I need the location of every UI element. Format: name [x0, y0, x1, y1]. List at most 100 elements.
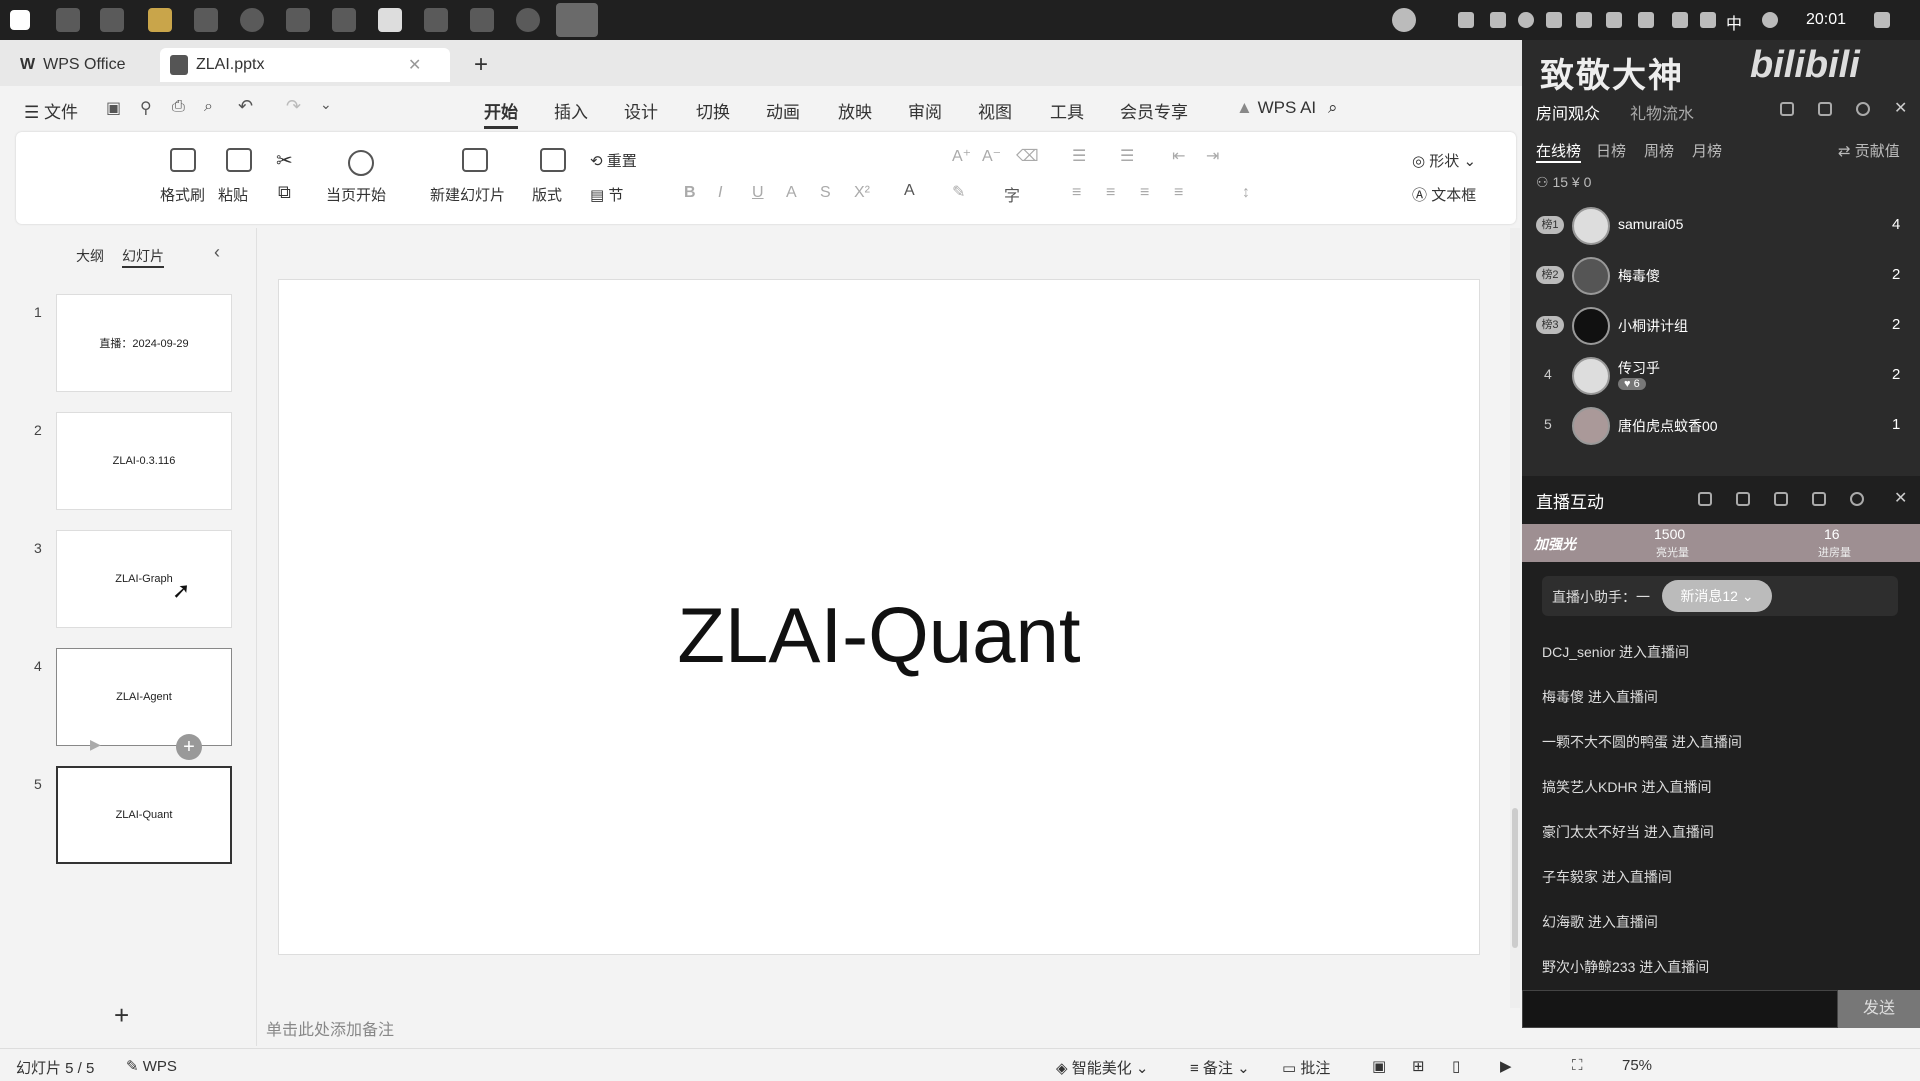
tab-home[interactable]: 开始: [484, 98, 518, 129]
collapse-panel-icon[interactable]: ‹: [214, 242, 220, 263]
pycharm-icon[interactable]: [424, 8, 448, 32]
slide-thumbnail-2[interactable]: ZLAI-0.3.116: [56, 412, 232, 510]
slide-thumbnail-4[interactable]: ZLAI-Agent: [56, 648, 232, 746]
print-preview-icon[interactable]: ⌕: [204, 98, 213, 116]
tab-tools[interactable]: 工具: [1050, 98, 1084, 123]
tab-weekly-rank[interactable]: 周榜: [1644, 140, 1674, 161]
tray-icon[interactable]: [1490, 12, 1506, 28]
slide-thumbnail-3[interactable]: ZLAI-Graph: [56, 530, 232, 628]
section-button[interactable]: ▤ 节: [590, 184, 623, 205]
play-from-current-button[interactable]: 当页开始: [326, 184, 386, 205]
print-icon[interactable]: ⎙: [172, 98, 185, 116]
comment-button[interactable]: ▭ 批注: [1282, 1057, 1330, 1078]
rank-row[interactable]: 5 唐伯虎点蚊香00 1: [1522, 402, 1920, 450]
numbered-list-icon[interactable]: ☰: [1120, 146, 1134, 166]
layout-icon[interactable]: [540, 148, 566, 172]
popout-icon[interactable]: [1698, 492, 1712, 506]
paste-icon[interactable]: [226, 148, 252, 172]
tab-zlai-pptx[interactable]: ZLAI.pptx ✕: [160, 48, 450, 82]
new-messages-button[interactable]: 新消息12 ⌄: [1662, 580, 1772, 612]
format-painter-button[interactable]: 格式刷: [160, 184, 205, 205]
tray-app-icon[interactable]: [1518, 12, 1534, 28]
rank-row[interactable]: 4 传习乎 ♥ 6 2: [1522, 352, 1920, 400]
tab-wps-home[interactable]: W WPS Office: [20, 48, 126, 82]
clear-format-icon[interactable]: ⌫: [1016, 146, 1039, 166]
font-color-icon[interactable]: A: [904, 182, 915, 200]
cloud-icon[interactable]: [1458, 12, 1474, 28]
tab-slideshow[interactable]: 放映: [838, 98, 872, 123]
contribution-sort[interactable]: ⇄ 贡献值: [1838, 140, 1900, 161]
ime-indicator[interactable]: 中: [1726, 10, 1742, 34]
reading-view-icon[interactable]: ▯: [1452, 1057, 1460, 1075]
settings-icon[interactable]: [1850, 492, 1864, 506]
normal-view-icon[interactable]: ▣: [1372, 1057, 1386, 1075]
settings-icon[interactable]: [1856, 102, 1870, 116]
app-icon-3[interactable]: [470, 8, 494, 32]
strikethrough-icon[interactable]: A: [786, 184, 797, 202]
slide-thumbnail-5[interactable]: ZLAI-Quant: [56, 766, 232, 864]
bullet-list-icon[interactable]: ☰: [1072, 146, 1086, 166]
new-tab-button[interactable]: +: [474, 48, 488, 82]
chat-input[interactable]: [1522, 990, 1838, 1028]
slide-sorter-icon[interactable]: ⊞: [1412, 1057, 1425, 1075]
shrink-font-icon[interactable]: A⁻: [982, 146, 1001, 166]
filter-icon[interactable]: [1736, 492, 1750, 506]
terminal-icon[interactable]: [194, 8, 218, 32]
new-slide-icon[interactable]: [462, 148, 488, 172]
add-slide-button[interactable]: +: [114, 1000, 129, 1031]
tab-outline[interactable]: 大纲: [76, 246, 104, 266]
paste-button[interactable]: 粘贴: [218, 184, 248, 205]
shape-button[interactable]: ◎ 形状 ⌄: [1412, 150, 1476, 171]
superscript-icon[interactable]: X²: [854, 184, 870, 202]
tab-online-rank[interactable]: 在线榜: [1536, 140, 1582, 163]
ime-icon[interactable]: [1762, 12, 1778, 28]
grow-font-icon[interactable]: A⁺: [952, 146, 971, 166]
notes-button[interactable]: ≡ 备注 ⌄: [1190, 1057, 1250, 1078]
align-left-icon[interactable]: ≡: [1072, 184, 1081, 202]
link-icon[interactable]: ⚲: [140, 98, 152, 118]
save-icon[interactable]: ▣: [106, 98, 121, 118]
app-icon-2[interactable]: [378, 8, 402, 32]
char-spacing-icon[interactable]: 字: [1004, 182, 1020, 206]
rank-row[interactable]: 榜2 梅毒傻 2: [1522, 252, 1920, 300]
clock[interactable]: 20:01: [1806, 11, 1846, 29]
tab-room-audience[interactable]: 房间观众: [1536, 100, 1600, 124]
add-slide-icon[interactable]: +: [176, 734, 202, 760]
wechat-icon[interactable]: [286, 8, 310, 32]
browser-icon[interactable]: [240, 8, 264, 32]
lock-icon[interactable]: [1818, 102, 1832, 116]
slideshow-icon[interactable]: ▶: [1500, 1057, 1512, 1075]
decrease-indent-icon[interactable]: ⇤: [1172, 146, 1185, 166]
increase-indent-icon[interactable]: ⇥: [1206, 146, 1219, 166]
tab-animation[interactable]: 动画: [766, 98, 800, 123]
smart-beautify-button[interactable]: ◈ 智能美化 ⌄: [1056, 1057, 1148, 1078]
chrome-icon[interactable]: [516, 8, 540, 32]
slide-canvas[interactable]: ZLAI-Quant: [278, 279, 1480, 955]
tab-slides[interactable]: 幻灯片: [122, 246, 164, 268]
user-avatar-icon[interactable]: [1392, 8, 1416, 32]
line-spacing-icon[interactable]: ↕: [1242, 184, 1250, 202]
redo-icon[interactable]: ↷: [286, 96, 301, 117]
send-button[interactable]: 发送: [1838, 990, 1920, 1028]
notification-icon[interactable]: [1874, 12, 1890, 28]
rank-row[interactable]: 榜3 小桐讲计组 2: [1522, 302, 1920, 350]
underline-icon[interactable]: U: [752, 184, 764, 202]
zoom-level[interactable]: 75%: [1622, 1057, 1652, 1074]
tab-review[interactable]: 审阅: [908, 98, 942, 123]
new-slide-button[interactable]: 新建幻灯片: [430, 184, 505, 205]
close-icon[interactable]: ✕: [1894, 488, 1907, 508]
battery-icon[interactable]: [1638, 12, 1654, 28]
search-icon[interactable]: ⌕: [1328, 98, 1338, 118]
copy-icon[interactable]: ⧉: [278, 182, 291, 203]
chevron-up-icon[interactable]: [1430, 12, 1446, 28]
wps-account-button[interactable]: ✎ WPS: [126, 1057, 177, 1075]
fit-window-icon[interactable]: ⛶: [1572, 1057, 1583, 1074]
cut-icon[interactable]: ✂: [276, 148, 293, 173]
format-painter-icon[interactable]: [170, 148, 196, 172]
vertical-scrollbar[interactable]: [1510, 228, 1520, 1008]
slide-title[interactable]: ZLAI-Quant: [279, 590, 1479, 681]
tab-monthly-rank[interactable]: 月榜: [1692, 140, 1722, 161]
tray-app-icon-2[interactable]: [1546, 12, 1562, 28]
close-icon[interactable]: ✕: [408, 55, 421, 75]
wps-ai-button[interactable]: ▲ WPS AI: [1236, 98, 1316, 118]
